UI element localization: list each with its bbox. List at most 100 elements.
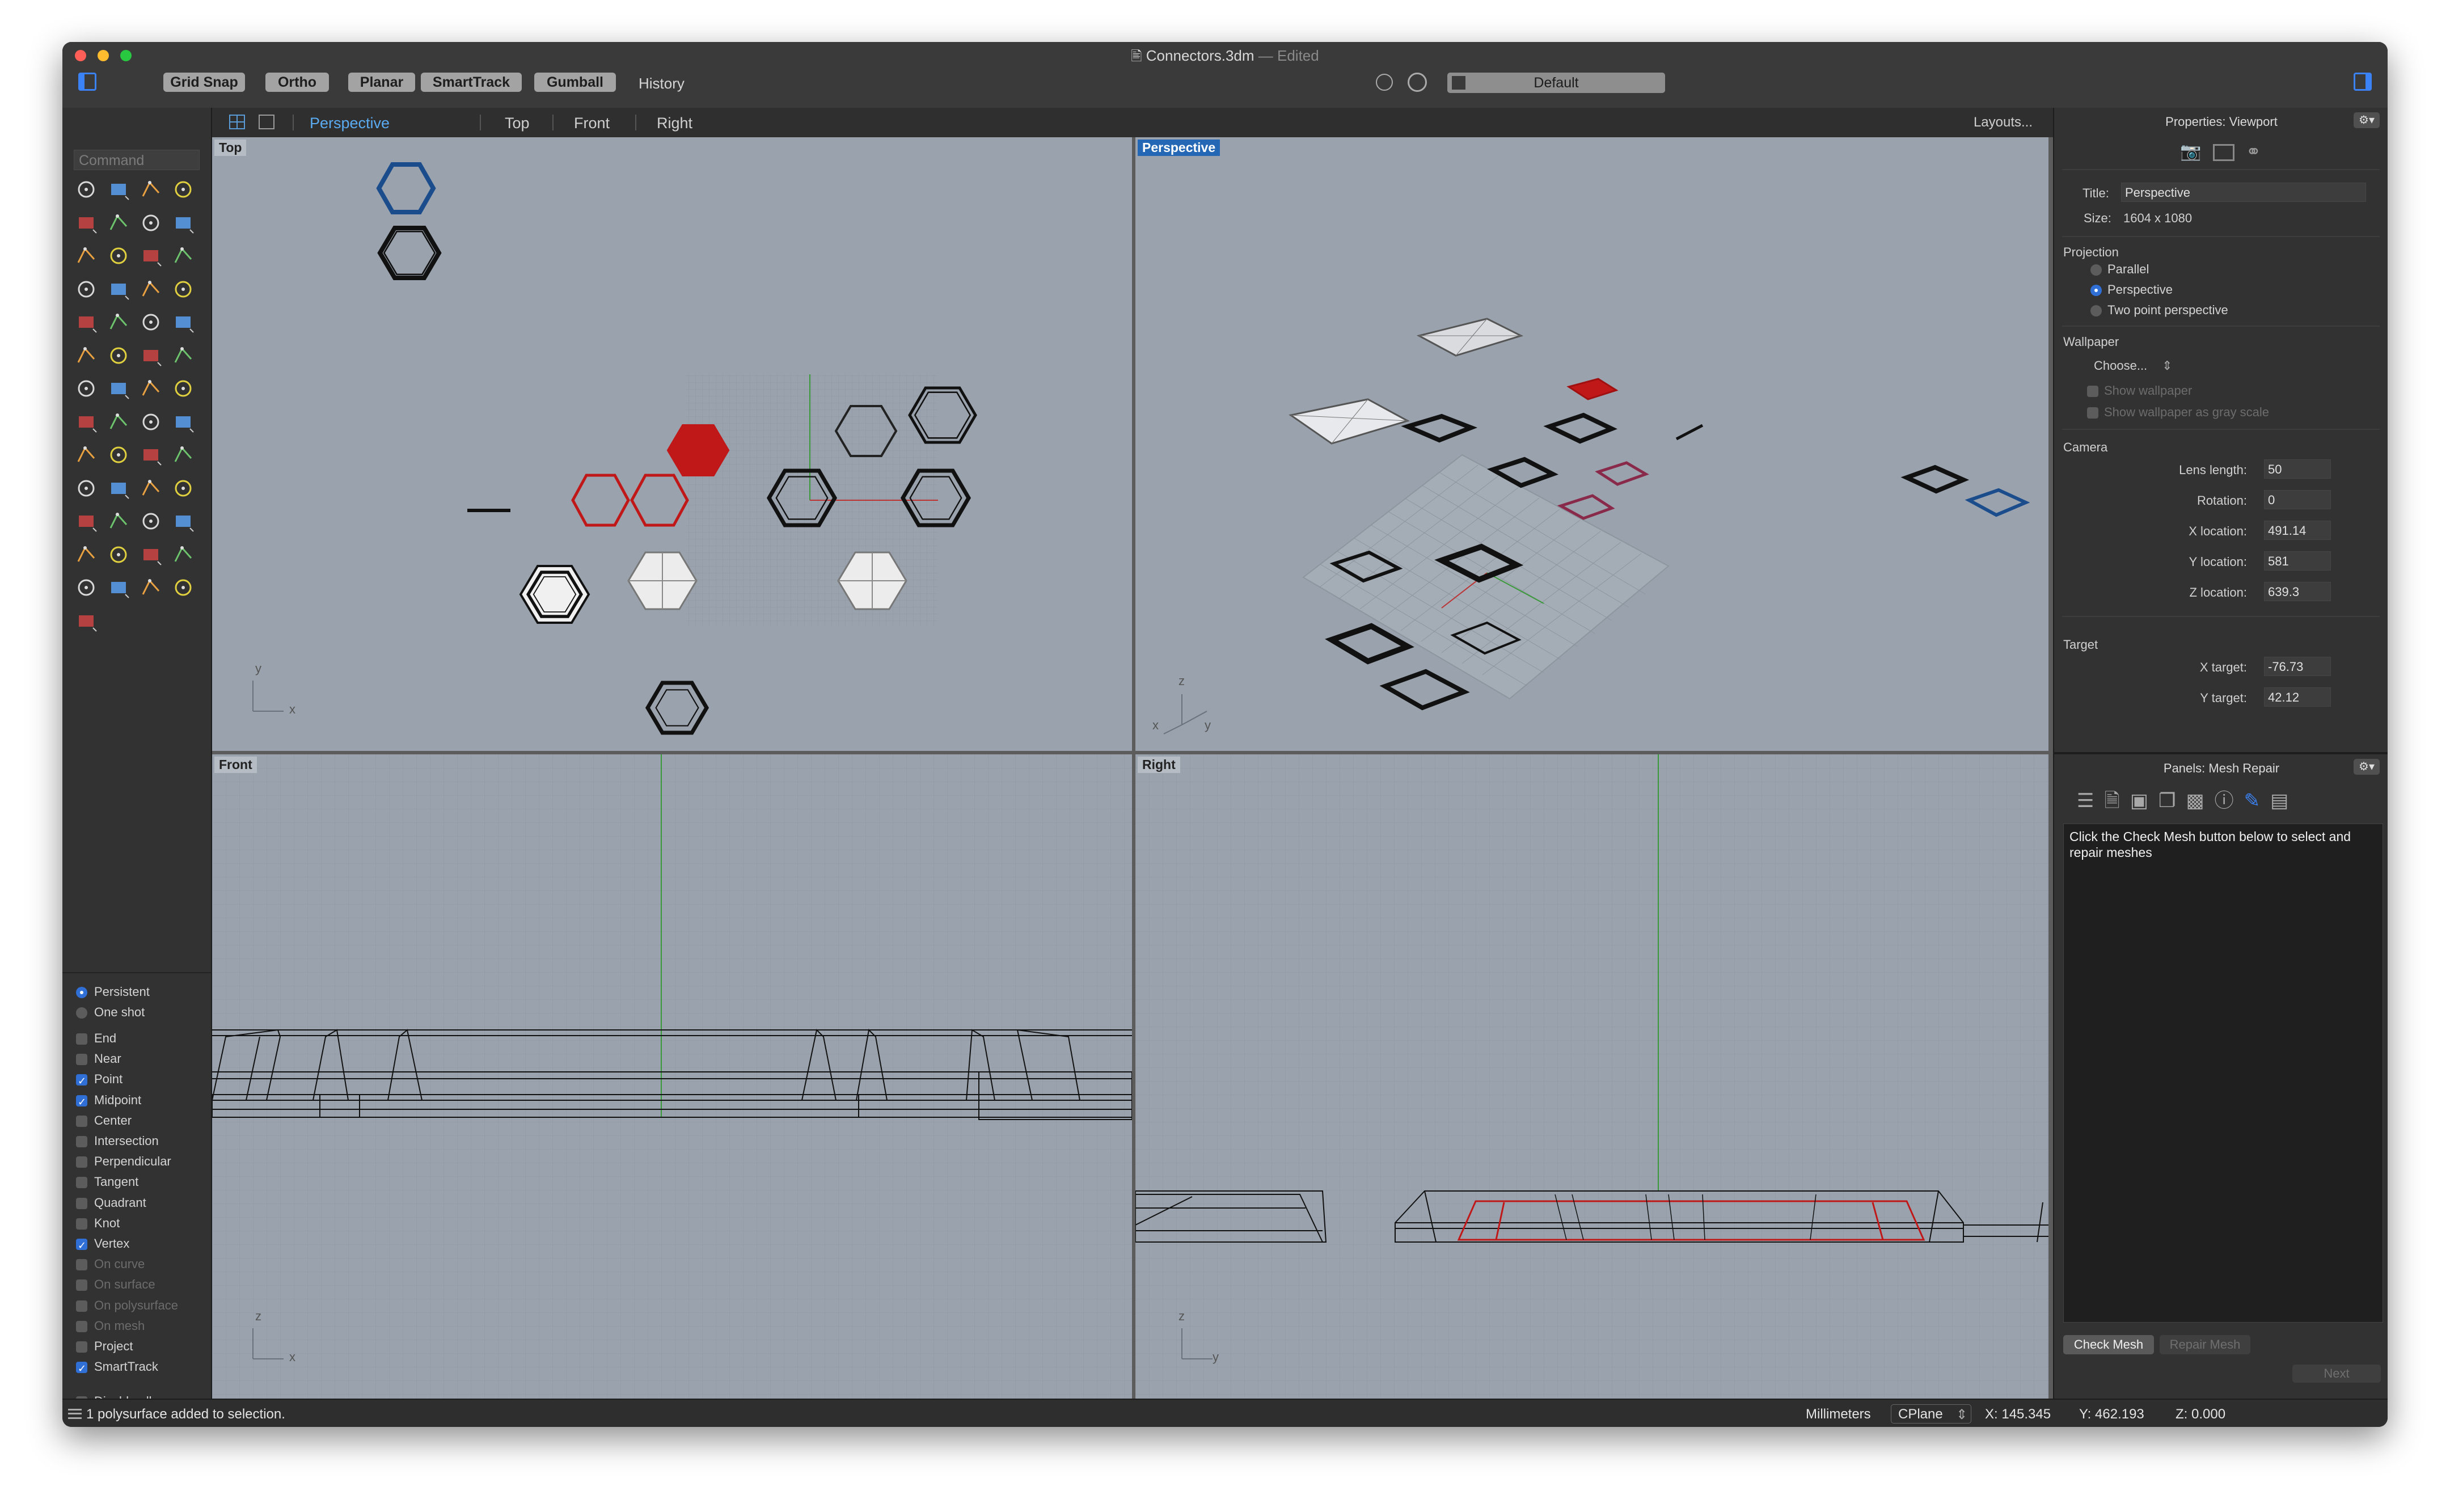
tab-top[interactable]: Top <box>505 115 530 132</box>
osnap-on-curve-checkbox[interactable]: On curve <box>76 1256 145 1273</box>
command-input[interactable]: Command <box>74 150 200 170</box>
split-icon[interactable] <box>171 310 196 335</box>
transform-icon[interactable] <box>138 376 163 401</box>
show-gray-checkbox[interactable]: Show wallpaper as gray scale <box>2087 404 2269 421</box>
y-location-field[interactable]: 581 <box>2264 551 2331 571</box>
move-icon[interactable] <box>106 376 131 401</box>
link-tab-icon[interactable]: ⚭ <box>2246 141 2261 162</box>
array-icon[interactable] <box>171 376 196 401</box>
right-panel-toggle-icon[interactable] <box>2354 73 2372 91</box>
z-location-field[interactable]: 639.3 <box>2264 582 2331 601</box>
target-icon[interactable] <box>1408 73 1427 92</box>
text-icon[interactable] <box>74 376 99 401</box>
copy-icon[interactable]: ❐ <box>2158 790 2186 812</box>
single-view-icon[interactable] <box>259 115 274 129</box>
osnap-quadrant-checkbox[interactable]: Quadrant <box>76 1194 146 1211</box>
osnap-on-mesh-checkbox[interactable]: On mesh <box>76 1317 145 1334</box>
ellipse-icon[interactable] <box>106 210 131 235</box>
right-viewport-label[interactable]: Right <box>1138 757 1180 773</box>
gumball-button[interactable]: Gumball <box>534 73 616 92</box>
extend-icon[interactable] <box>171 243 196 268</box>
cplane-icon[interactable] <box>74 609 99 633</box>
offset-icon[interactable] <box>138 343 163 368</box>
light-icon[interactable] <box>171 442 196 467</box>
command-history-icon[interactable] <box>68 1409 82 1419</box>
show-wallpaper-checkbox[interactable]: Show wallpaper <box>2087 382 2192 399</box>
box-icon[interactable] <box>74 277 99 302</box>
next-button[interactable]: Next <box>2292 1365 2381 1383</box>
sidebar-toggle-icon[interactable] <box>78 73 96 91</box>
front-viewport[interactable]: Front z x <box>212 754 1132 1399</box>
document-icon[interactable]: 🗎 <box>2104 790 2130 812</box>
scale-icon[interactable] <box>106 409 131 434</box>
join-icon[interactable] <box>138 310 163 335</box>
polyline-icon[interactable] <box>138 177 163 202</box>
top-viewport[interactable]: Top y x <box>212 137 1132 751</box>
render-mode-icon[interactable] <box>138 575 163 600</box>
osnap-vertex-checkbox[interactable]: Vertex <box>76 1235 129 1254</box>
title-field[interactable]: Perspective <box>2121 183 2366 202</box>
cplane-selector[interactable]: CPlane ⇕ <box>1891 1404 1971 1424</box>
zoom-icon[interactable] <box>74 476 99 501</box>
four-view-icon[interactable] <box>229 115 245 129</box>
cylinder-icon[interactable] <box>138 277 163 302</box>
right-viewport[interactable]: Right z y <box>1135 754 2048 1399</box>
color-icon[interactable] <box>171 542 196 567</box>
perspective-viewport-label[interactable]: Perspective <box>1138 140 1220 156</box>
orient-icon[interactable] <box>171 409 196 434</box>
record-history-icon[interactable] <box>1376 74 1393 91</box>
y-target-field[interactable]: 42.12 <box>2264 687 2331 707</box>
osnap-on-polysurface-checkbox[interactable]: On polysurface <box>76 1297 178 1314</box>
check-icon[interactable] <box>106 442 131 467</box>
analyze-icon[interactable] <box>138 509 163 534</box>
layers-icon[interactable]: ☰ <box>2077 790 2104 812</box>
material-icon[interactable] <box>106 509 131 534</box>
osnap-center-checkbox[interactable]: Center <box>76 1112 132 1129</box>
osnap-near-checkbox[interactable]: Near <box>76 1050 121 1067</box>
properties-gear-icon[interactable]: ⚙▾ <box>2354 112 2380 128</box>
smarttrack-button[interactable]: SmartTrack <box>421 73 522 92</box>
top-viewport-label[interactable]: Top <box>214 140 247 156</box>
rotate-icon[interactable] <box>138 409 163 434</box>
units-label[interactable]: Millimeters <box>1806 1407 1871 1422</box>
parallel-radio[interactable]: Parallel <box>2090 261 2149 278</box>
osnap-project-checkbox[interactable]: Project <box>76 1338 133 1355</box>
curve-icon[interactable] <box>171 177 196 202</box>
osnap-smarttrack-checkbox[interactable]: SmartTrack <box>76 1358 158 1377</box>
ruler-icon[interactable]: ▤ <box>2270 790 2299 812</box>
two-point-perspective-radio[interactable]: Two point perspective <box>2090 302 2228 319</box>
osnap-perpendicular-checkbox[interactable]: Perpendicular <box>76 1153 171 1170</box>
blend-icon[interactable] <box>171 343 196 368</box>
osnap-on-surface-checkbox[interactable]: On surface <box>76 1276 155 1293</box>
point-icon[interactable] <box>106 177 131 202</box>
environment-icon[interactable] <box>171 509 196 534</box>
polygon-icon[interactable] <box>74 243 99 268</box>
osnap-midpoint-checkbox[interactable]: Midpoint <box>76 1092 141 1110</box>
camera-tab-icon[interactable]: 📷 <box>2180 142 2205 161</box>
zoom-extents-icon[interactable] <box>138 476 163 501</box>
osnap-point-checkbox[interactable]: Point <box>76 1071 122 1089</box>
grid-snap-button[interactable]: Grid Snap <box>163 73 245 92</box>
arc-icon[interactable] <box>138 210 163 235</box>
circle-icon[interactable] <box>74 210 99 235</box>
cube-icon[interactable]: ▣ <box>2130 790 2158 812</box>
rectangle-icon[interactable] <box>171 210 196 235</box>
tab-front[interactable]: Front <box>574 115 610 132</box>
lock-icon[interactable] <box>106 542 131 567</box>
perspective-viewport[interactable]: Perspective z x y <box>1135 137 2048 751</box>
select-icon[interactable] <box>74 177 99 202</box>
osnap-intersection-checkbox[interactable]: Intersection <box>76 1133 159 1150</box>
mesh-repair-icon[interactable]: ✎ <box>2244 790 2271 812</box>
osnap-end-checkbox[interactable]: End <box>76 1030 116 1047</box>
x-target-field[interactable]: -76.73 <box>2264 657 2331 676</box>
edit-points-icon[interactable] <box>138 243 163 268</box>
fillet-icon[interactable] <box>106 243 131 268</box>
pan-icon[interactable] <box>171 476 196 501</box>
trim-icon[interactable] <box>74 343 99 368</box>
repair-mesh-button[interactable]: Repair Mesh <box>2160 1335 2250 1354</box>
layer-selector[interactable]: Default <box>1447 73 1665 93</box>
lens-length-field[interactable]: 50 <box>2264 459 2331 479</box>
named-view-icon[interactable] <box>74 509 99 534</box>
boolean-icon[interactable] <box>106 310 131 335</box>
osnap-tangent-checkbox[interactable]: Tangent <box>76 1173 138 1190</box>
